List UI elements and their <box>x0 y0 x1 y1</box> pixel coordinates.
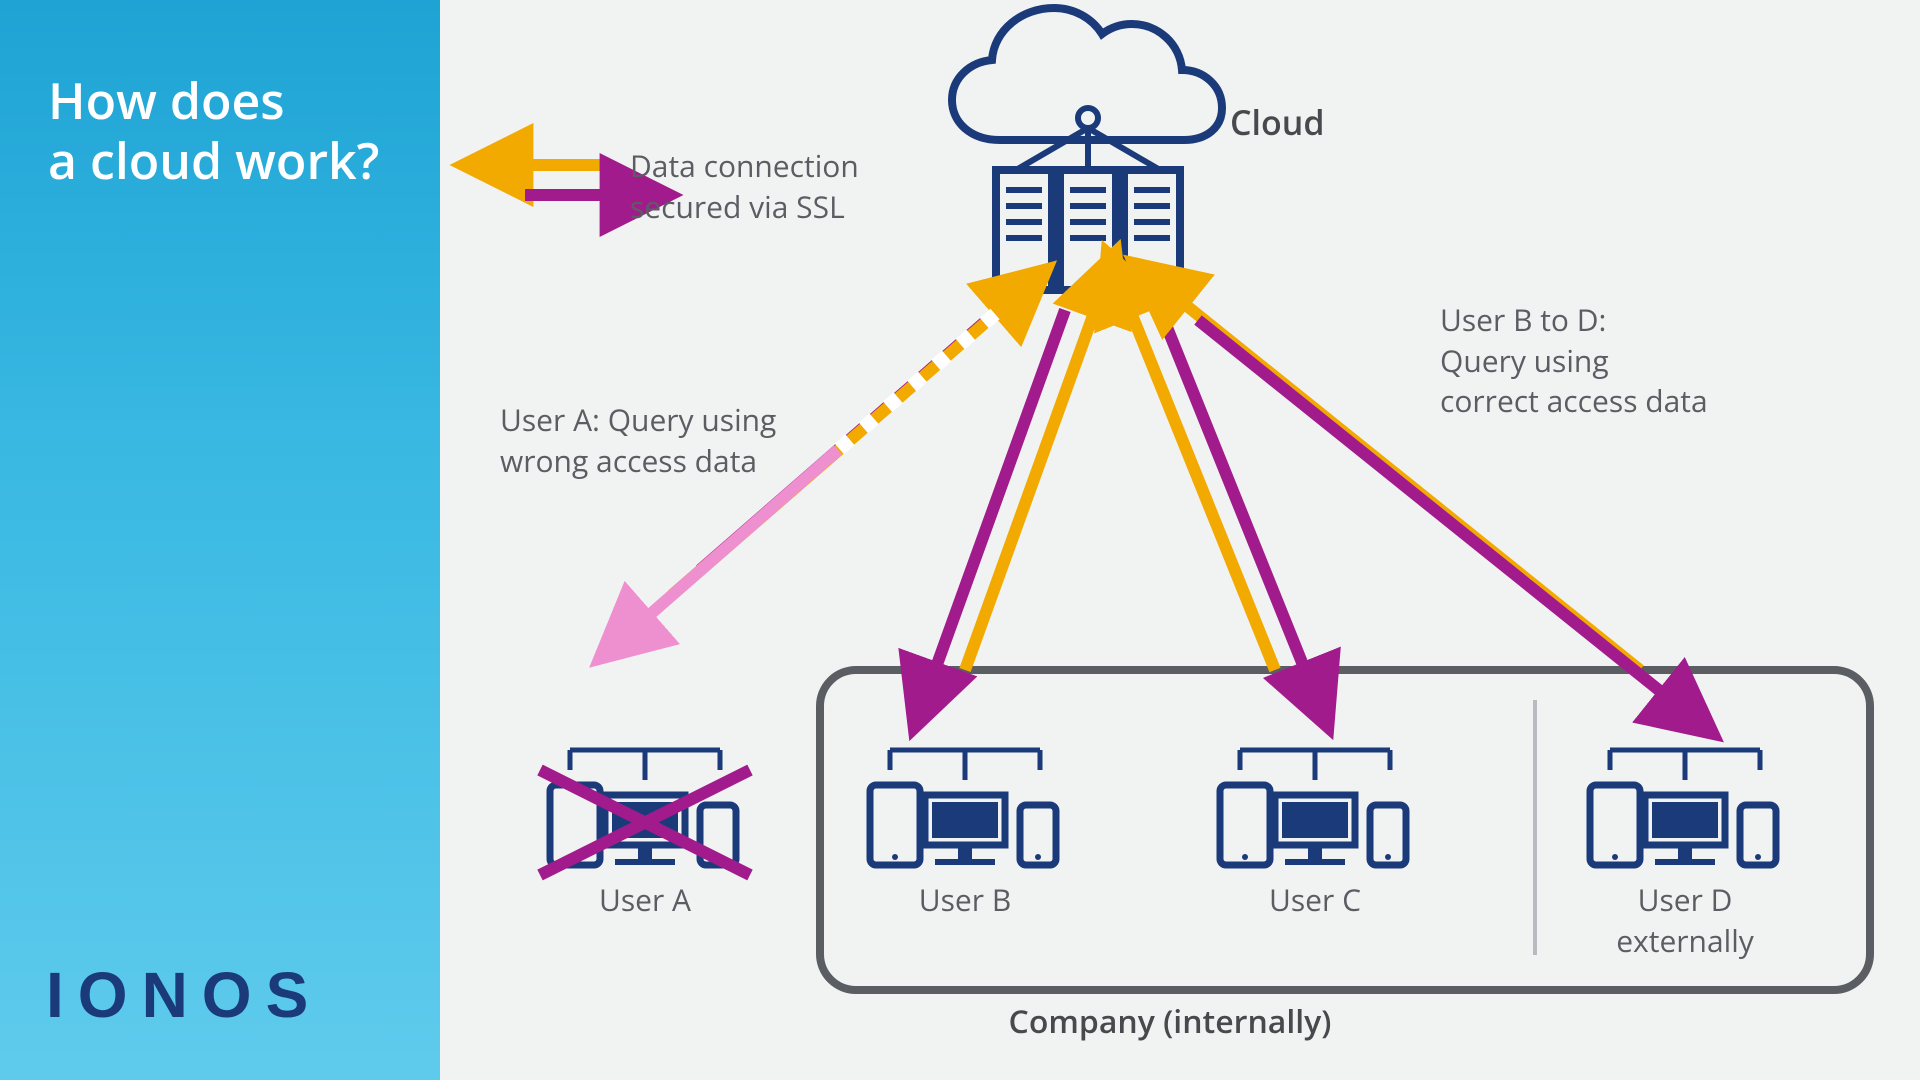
user-c-devices-icon <box>1220 750 1406 865</box>
annotation-right-1: User B to D: <box>1440 299 1606 340</box>
title-line-2: a cloud work? <box>48 126 379 194</box>
user-d-label: User D externally <box>1590 880 1780 961</box>
legend-text: Data connection secured via SSL <box>630 146 859 227</box>
page-title: How does a cloud work? <box>48 70 420 190</box>
cloud-icon <box>952 8 1222 170</box>
annotation-left-1: User A: Query using <box>500 399 776 440</box>
annotation-left: User A: Query using wrong access data <box>500 400 776 481</box>
annotation-right: User B to D: Query using correct access … <box>1440 300 1708 422</box>
legend-line-2: secured via SSL <box>630 186 845 227</box>
user-d-devices-icon <box>1590 750 1776 865</box>
servers-icon <box>996 170 1180 290</box>
user-d-line-2: externally <box>1616 920 1754 961</box>
user-a-devices-icon <box>540 750 750 875</box>
user-b-label: User B <box>870 880 1060 921</box>
arrow-user-c <box>1130 310 1305 670</box>
cloud-label: Cloud <box>1230 100 1325 146</box>
user-d-line-1: User D <box>1638 879 1733 920</box>
annotation-left-2: wrong access data <box>500 440 757 481</box>
brand-logo: IONOS <box>46 958 322 1032</box>
legend-arrows-icon <box>525 165 608 195</box>
sidebar: How does a cloud work? IONOS <box>0 0 440 1080</box>
user-c-label: User C <box>1220 880 1410 921</box>
legend-line-1: Data connection <box>630 145 859 186</box>
arrow-user-b <box>935 310 1095 670</box>
stage: How does a cloud work? IONOS <box>0 0 1920 1080</box>
annotation-right-3: correct access data <box>1440 380 1708 421</box>
user-a-label: User A <box>550 880 740 921</box>
diagram-area: Data connection secured via SSL Cloud Us… <box>440 0 1920 1080</box>
title-line-1: How does <box>48 66 285 134</box>
annotation-right-2: Query using <box>1440 340 1609 381</box>
user-b-devices-icon <box>870 750 1056 865</box>
company-label: Company (internally) <box>820 1000 1520 1043</box>
